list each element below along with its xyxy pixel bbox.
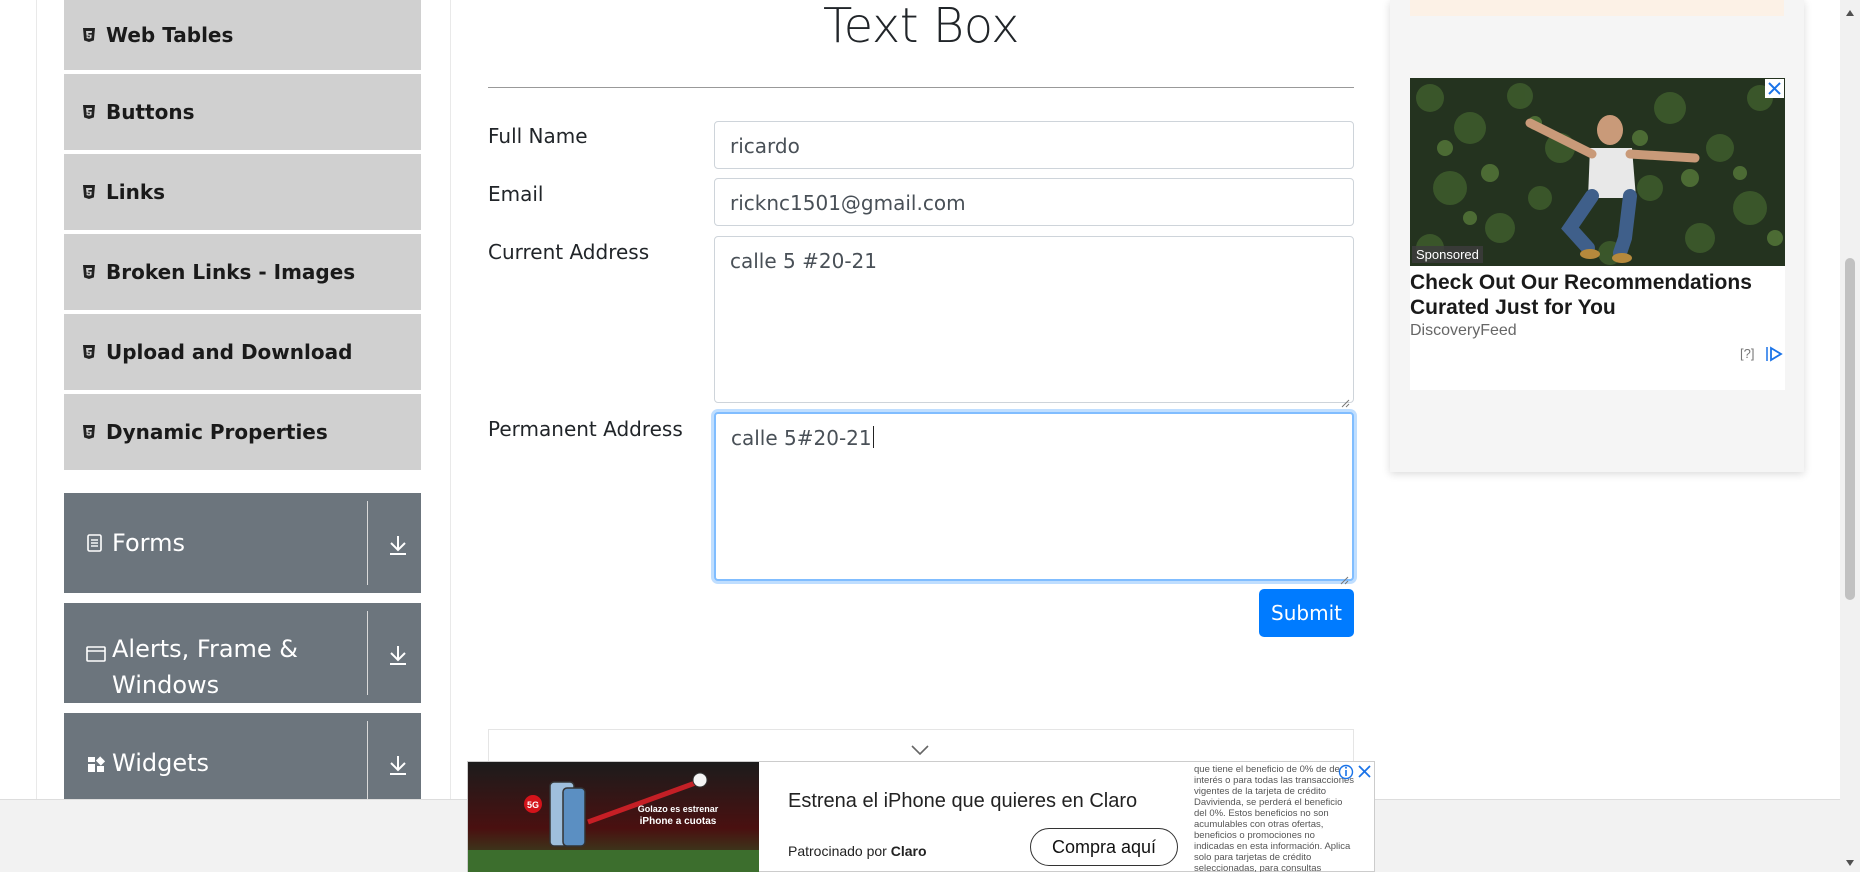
text-caret — [872, 426, 874, 448]
group-forms[interactable]: Forms — [64, 493, 421, 593]
bottom-ad-headline[interactable]: Estrena el iPhone que quieres en Claro — [788, 790, 1137, 813]
group-label: Alerts, Frame & Windows — [112, 635, 299, 699]
divider — [367, 611, 368, 695]
main-content: Text Box Full Name ricardo Email ricknc1… — [488, 0, 1354, 800]
html5-icon — [82, 27, 96, 43]
sponsor-name: Claro — [890, 843, 927, 859]
sidebar-item-dynamic-properties[interactable]: Dynamic Properties — [64, 394, 421, 472]
sidebar-item-upload-download[interactable]: Upload and Download — [64, 314, 421, 392]
permanent-address-textarea[interactable]: calle 5#20-21 — [714, 412, 1354, 585]
buy-here-button[interactable]: Compra aquí — [1030, 828, 1178, 866]
scrollbar-thumb[interactable] — [1845, 258, 1855, 600]
ad-source[interactable]: DiscoveryFeed — [1410, 322, 1517, 340]
html5-icon — [82, 344, 96, 360]
page: Web Tables Buttons Links Broken Links - … — [0, 0, 1860, 872]
sidebar-item-label: Dynamic Properties — [106, 420, 328, 444]
scroll-up-arrow-icon[interactable] — [1845, 2, 1855, 21]
full-name-label: Full Name — [488, 124, 588, 148]
html5-icon — [82, 264, 96, 280]
permanent-address-value: calle 5#20-21 — [731, 426, 872, 450]
group-alerts-frame-windows[interactable]: Alerts, Frame & Windows — [64, 603, 421, 703]
ad-headline[interactable]: Check Out Our Recommendations Curated Ju… — [1410, 270, 1770, 320]
sidebar-item-label: Upload and Download — [106, 340, 353, 364]
sidebar-item-links[interactable]: Links — [64, 154, 421, 232]
sidebar-item-broken-links[interactable]: Broken Links - Images — [64, 234, 421, 312]
bottom-ad-banner[interactable]: 5G Golazo es estrenar iPhone a cuotas Es… — [467, 761, 1375, 872]
group-widgets[interactable]: Widgets — [64, 713, 421, 813]
group-label: Forms — [112, 529, 185, 557]
bottom-ad-fine-print: que tiene el beneficio de 0% de de inter… — [1194, 764, 1355, 872]
html5-icon — [82, 424, 96, 440]
bottom-ad-sponsor: Patrocinado por Claro — [788, 843, 927, 859]
html5-icon — [82, 104, 96, 120]
widgets-icon — [86, 755, 106, 775]
submit-button[interactable]: Submit — [1259, 589, 1354, 637]
sidebar-item-label: Links — [106, 180, 166, 204]
sidebar-item-label: Buttons — [106, 100, 195, 124]
divider — [367, 501, 368, 585]
current-address-label: Current Address — [488, 240, 650, 264]
ad-info-link[interactable]: [?] — [1740, 346, 1754, 361]
ad-top-band — [1410, 0, 1784, 16]
chevron-down-icon[interactable] — [909, 742, 931, 761]
full-name-value: ricardo — [730, 134, 800, 158]
ad-close-controls[interactable] — [1338, 763, 1374, 785]
permanent-address-label: Permanent Address — [488, 417, 683, 441]
form-icon — [86, 533, 106, 553]
resize-handle-icon[interactable] — [1339, 566, 1349, 585]
sidebar-item-label: Web Tables — [106, 23, 234, 47]
sponsored-badge: Sponsored — [1412, 246, 1483, 263]
sidebar-item-web-tables[interactable]: Web Tables — [64, 0, 421, 72]
current-address-value: calle 5 #20-21 — [730, 249, 877, 273]
sponsor-prefix: Patrocinado por — [788, 843, 887, 859]
sidebar-item-buttons[interactable]: Buttons — [64, 74, 421, 152]
full-name-input[interactable]: ricardo — [714, 121, 1354, 169]
divider — [367, 721, 368, 805]
window-icon — [86, 645, 106, 665]
current-address-textarea[interactable]: calle 5 #20-21 — [714, 236, 1354, 408]
email-value: ricknc1501@gmail.com — [730, 191, 966, 215]
close-icon[interactable] — [1765, 79, 1784, 98]
adchoices-icon[interactable] — [1765, 346, 1783, 366]
download-arrow-icon[interactable] — [387, 643, 409, 667]
page-title: Text Box — [822, 0, 1020, 54]
divider — [488, 87, 1354, 88]
html5-icon — [82, 184, 96, 200]
email-input[interactable]: ricknc1501@gmail.com — [714, 178, 1354, 226]
download-arrow-icon[interactable] — [387, 533, 409, 557]
bottom-ad-image[interactable]: 5G Golazo es estrenar iPhone a cuotas — [468, 762, 759, 872]
email-label: Email — [488, 182, 544, 206]
sidebar-item-label: Broken Links - Images — [106, 260, 356, 284]
group-label: Widgets — [112, 749, 210, 777]
svg-text:Golazo es estrenar: Golazo es estrenar — [638, 804, 719, 814]
svg-text:5G: 5G — [527, 800, 539, 810]
download-arrow-icon[interactable] — [387, 753, 409, 777]
right-ad-container: Sponsored Check Out Our Recommendations … — [1390, 0, 1804, 472]
resize-handle-icon[interactable] — [1340, 389, 1350, 408]
ad-card[interactable]: Sponsored Check Out Our Recommendations … — [1410, 78, 1785, 390]
svg-text:iPhone a cuotas: iPhone a cuotas — [640, 816, 717, 827]
scroll-down-arrow-icon[interactable] — [1845, 852, 1855, 871]
ad-photo[interactable]: Sponsored — [1410, 78, 1785, 266]
vertical-scrollbar[interactable] — [1840, 0, 1860, 872]
